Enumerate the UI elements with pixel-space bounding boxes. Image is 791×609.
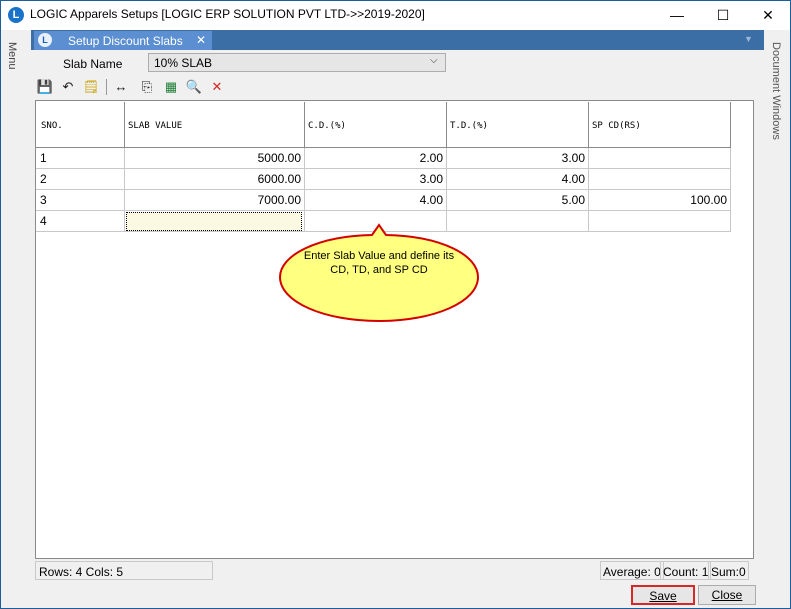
callout-text: Enter Slab Value and define its CD, TD, … — [303, 250, 455, 276]
cell-sno[interactable]: 3 — [36, 190, 125, 211]
tab-label[interactable]: Setup Discount Slabs — [68, 34, 183, 48]
menu-label[interactable]: Menu — [6, 42, 18, 70]
save-button[interactable]: Save — [631, 585, 695, 605]
cell-td[interactable]: 3.00 — [447, 148, 589, 169]
status-sum: Sum:0 — [708, 561, 749, 580]
status-average: Average: 0 — [600, 561, 664, 580]
cell-sp-cd[interactable]: 100.00 — [589, 190, 731, 211]
cell-sno[interactable]: 4 — [36, 211, 125, 232]
slab-name-label: Slab Name — [63, 57, 123, 71]
status-count: Count: 1 — [660, 561, 712, 580]
document-windows-label[interactable]: Document Windows — [770, 42, 782, 140]
cell-slab-value[interactable]: 7000.00 — [125, 190, 305, 211]
column-header-td[interactable]: T.D.(%) — [447, 102, 589, 148]
column-width-icon[interactable]: ↔ — [112, 78, 130, 96]
cell-cd[interactable]: 3.00 — [305, 169, 447, 190]
cell-cd[interactable]: 2.00 — [305, 148, 447, 169]
cell-slab-value[interactable]: 5000.00 — [125, 148, 305, 169]
cell-sno[interactable]: 2 — [36, 169, 125, 190]
logic-app-icon: L — [8, 7, 24, 23]
menu-panel[interactable] — [1, 30, 31, 607]
close-window-button[interactable]: ✕ — [745, 1, 791, 30]
column-header-sp-cd[interactable]: SP CD(RS) — [589, 102, 731, 148]
toolbar-separator — [106, 79, 107, 95]
tab-logic-icon: L — [38, 33, 52, 47]
tab-close-icon[interactable]: ✕ — [196, 33, 206, 47]
cell-sp-cd[interactable] — [589, 211, 731, 232]
cell-td[interactable]: 5.00 — [447, 190, 589, 211]
cell-slab-value[interactable]: 6000.00 — [125, 169, 305, 190]
tab-overflow-icon[interactable]: ▼ — [744, 34, 753, 44]
delete-icon[interactable]: ✕ — [208, 78, 226, 96]
excel-icon[interactable]: ▦ — [162, 78, 180, 96]
undo-icon[interactable]: ↶ — [59, 78, 77, 96]
column-header-sno[interactable]: SNO. — [36, 102, 125, 148]
minimize-button[interactable]: — — [654, 1, 700, 30]
maximize-button[interactable]: ☐ — [700, 1, 746, 30]
cell-sno[interactable]: 1 — [36, 148, 125, 169]
cell-sp-cd[interactable] — [589, 148, 731, 169]
cell-td[interactable]: 4.00 — [447, 169, 589, 190]
find-icon[interactable]: 🔍 — [185, 78, 203, 96]
cell-sp-cd[interactable] — [589, 169, 731, 190]
column-header-cd[interactable]: C.D.(%) — [305, 102, 447, 148]
save-icon[interactable]: 💾 — [36, 78, 54, 96]
status-rows-cols: Rows: 4 Cols: 5 — [35, 561, 213, 580]
window-title: LOGIC Apparels Setups [LOGIC ERP SOLUTIO… — [30, 7, 425, 21]
notes-icon[interactable]: 🗒 — [82, 78, 100, 96]
slab-name-value[interactable]: 10% SLAB — [154, 56, 212, 70]
column-header-slab-value[interactable]: SLAB VALUE — [125, 102, 305, 148]
cell-cd[interactable]: 4.00 — [305, 190, 447, 211]
chevron-down-icon[interactable]: ⌵ — [430, 55, 438, 66]
copy-icon[interactable]: ⎘ — [138, 78, 156, 96]
close-button[interactable]: Close — [698, 585, 756, 605]
